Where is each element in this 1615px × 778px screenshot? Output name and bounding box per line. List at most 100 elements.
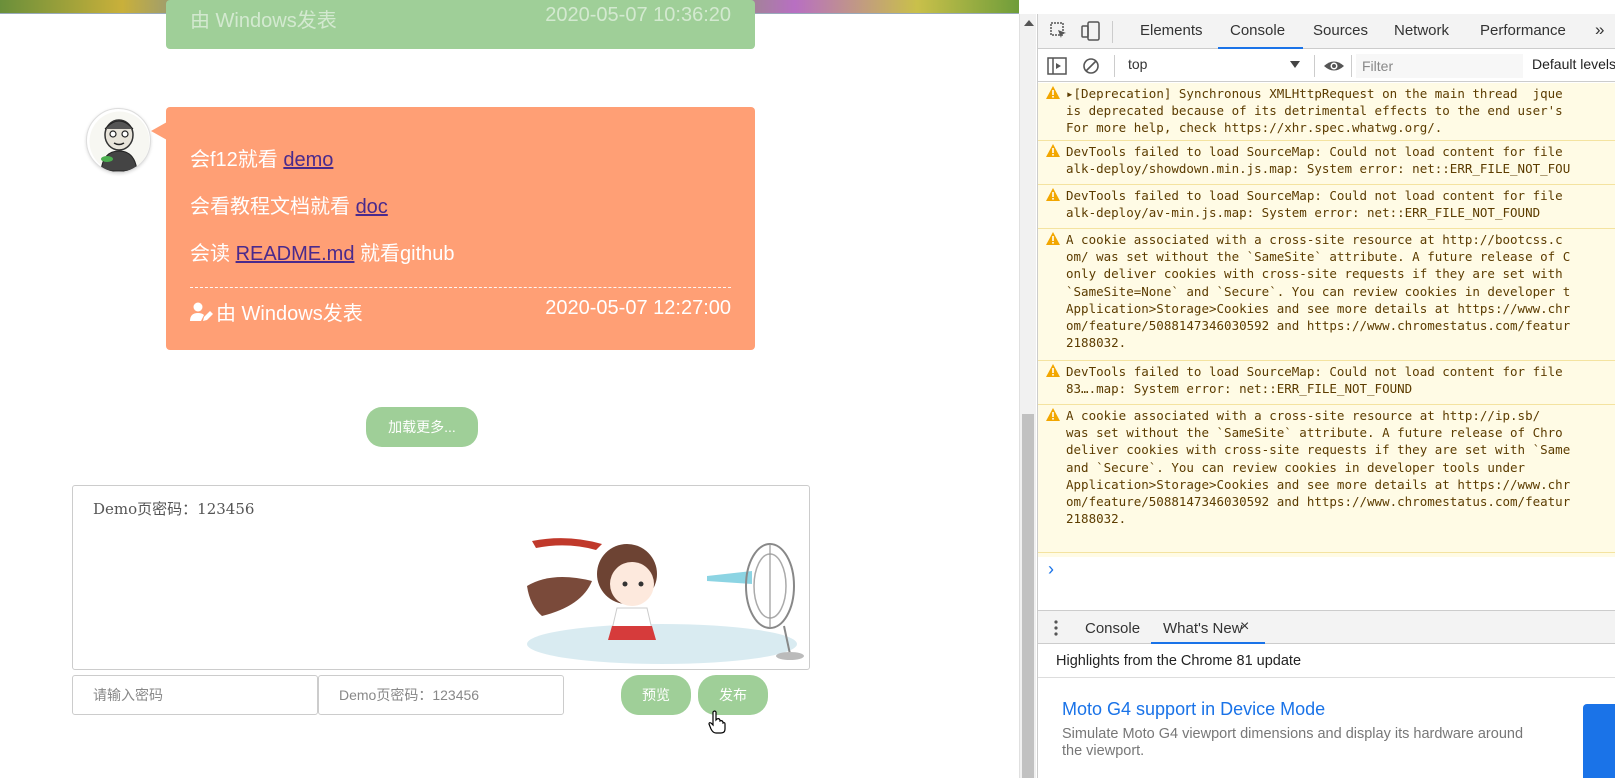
console-message-line: om/feature/5088147346030592 and https://… — [1066, 318, 1571, 334]
console-message-line: only deliver cookies with cross-site req… — [1066, 266, 1563, 282]
chevron-down-icon — [1290, 61, 1300, 68]
console-message-text: DevTools failed to load SourceMap: Could… — [1066, 143, 1570, 177]
post-author-text: 由 Windows发表 — [216, 303, 363, 325]
console-prompt[interactable]: › — [1038, 557, 1615, 610]
post-line-3: 会读 README.md 就看github — [190, 237, 455, 266]
tab-console[interactable]: Console — [1230, 22, 1285, 39]
user-edit-icon — [190, 302, 213, 321]
post-meta: 由 Windows发表 2020-05-07 12:27:00 — [190, 297, 731, 326]
warning-icon — [1046, 408, 1060, 421]
doc-link[interactable]: doc — [356, 196, 388, 218]
password-input[interactable]: 请输入密码 — [72, 675, 318, 715]
toolbar-separator — [1114, 55, 1115, 77]
hand-cursor-icon — [708, 710, 726, 734]
demo-link[interactable]: demo — [283, 149, 333, 171]
console-filter-input[interactable]: Filter — [1356, 54, 1523, 78]
drawer-tab-whats-new[interactable]: What's New — [1163, 620, 1243, 637]
console-message-line: DevTools failed to load SourceMap: Could… — [1066, 188, 1563, 203]
prompt-caret-icon: › — [1048, 559, 1054, 579]
comment-editor[interactable]: Demo页密码：123456 — [72, 485, 810, 670]
editor-text: Demo页密码：123456 — [93, 500, 255, 518]
console-message-line: A cookie associated with a cross-site re… — [1066, 232, 1563, 247]
context-select-value: top — [1128, 56, 1148, 72]
post-divider — [190, 287, 731, 288]
tabbar-separator — [1112, 21, 1113, 43]
context-select[interactable]: top — [1128, 56, 1304, 76]
warning-icon — [1046, 144, 1060, 157]
console-message-line: was set without the `SameSite` attribute… — [1066, 425, 1563, 441]
console-warning-message[interactable]: DevTools failed to load SourceMap: Could… — [1038, 361, 1615, 405]
console-message-line: is deprecated because of its detrimental… — [1066, 103, 1563, 119]
scroll-up-arrow-icon[interactable] — [1024, 20, 1034, 26]
console-message-text: DevTools failed to load SourceMap: Could… — [1066, 363, 1563, 397]
devtools-panel: Elements Console Sources Network Perform… — [1037, 14, 1615, 778]
page-scrollbar[interactable] — [1019, 14, 1036, 778]
drawer-tab-console[interactable]: Console — [1085, 620, 1140, 637]
whats-new-highlight: Highlights from the Chrome 81 update — [1038, 644, 1615, 678]
post-line-1-text: 会f12就看 — [190, 149, 284, 171]
warning-icon — [1046, 364, 1060, 377]
demo-password-input[interactable]: Demo页密码：123456 — [318, 675, 564, 715]
console-message-line: 2188032. — [1066, 511, 1127, 527]
scrollbar-thumb[interactable] — [1022, 414, 1034, 778]
warning-icon — [1046, 188, 1060, 201]
load-more-button[interactable]: 加载更多... — [366, 407, 478, 447]
console-warning-message[interactable]: DevTools failed to load SourceMap: Could… — [1038, 141, 1615, 185]
feature-title-link[interactable]: Moto G4 support in Device Mode — [1062, 699, 1325, 720]
drawer-tabbar: Console What's New × — [1038, 610, 1615, 644]
previous-post-card: 由 Windows发表 2020-05-07 10:36:20 — [166, 0, 755, 49]
tab-sources[interactable]: Sources — [1313, 22, 1368, 39]
whats-new-panel: Highlights from the Chrome 81 update Mot… — [1038, 644, 1615, 778]
console-message-line: 2188032. — [1066, 335, 1127, 351]
post-line-2: 会看教程文档就看 doc — [190, 190, 388, 219]
console-message-line: alk-deploy/av-min.js.map: System error: … — [1066, 205, 1541, 221]
previous-post-author: 由 Windows发表 — [190, 10, 337, 32]
warning-icon — [1046, 86, 1060, 99]
console-message-text: A cookie associated with a cross-site re… — [1066, 231, 1570, 351]
preview-button[interactable]: 预览 — [621, 675, 691, 715]
console-message-line: om/ was set without the `SameSite` attri… — [1066, 249, 1571, 265]
tab-performance[interactable]: Performance — [1480, 22, 1566, 39]
bubble-tip — [151, 122, 167, 140]
feature-description: Simulate Moto G4 viewport dimensions and… — [1062, 726, 1524, 759]
readme-link[interactable]: README.md — [236, 243, 355, 265]
console-message-line: om/feature/5088147346030592 and https://… — [1066, 494, 1571, 510]
post-author: 由 Windows发表 — [190, 297, 363, 326]
avatar[interactable] — [86, 108, 151, 173]
console-toolbar: top Filter Default levels — [1038, 50, 1615, 82]
live-expression-eye-icon[interactable] — [1323, 55, 1345, 77]
clear-console-icon[interactable] — [1080, 55, 1102, 77]
console-message-line: A cookie associated with a cross-site re… — [1066, 408, 1541, 423]
post-line-1: 会f12就看 demo — [190, 143, 333, 172]
close-icon[interactable]: × — [1240, 618, 1249, 636]
show-sidebar-icon[interactable] — [1046, 55, 1068, 77]
tab-elements[interactable]: Elements — [1140, 22, 1203, 39]
console-message-line: DevTools failed to load SourceMap: Could… — [1066, 364, 1563, 379]
previous-post-date: 2020-05-07 10:36:20 — [545, 4, 731, 26]
device-toolbar-icon[interactable] — [1080, 20, 1102, 42]
expand-triangle-icon[interactable]: ▸ — [1066, 86, 1074, 101]
console-message-line: and `Secure`. You can review cookies in … — [1066, 459, 1526, 475]
inspect-element-icon[interactable] — [1048, 20, 1070, 42]
devtools-tabbar: Elements Console Sources Network Perform… — [1038, 14, 1615, 49]
warning-icon — [1046, 232, 1060, 245]
more-tabs-icon[interactable]: » — [1595, 20, 1604, 40]
post-card: 会f12就看 demo 会看教程文档就看 doc 会读 README.md 就看… — [166, 107, 755, 350]
console-warning-message[interactable]: ▸[Deprecation] Synchronous XMLHttpReques… — [1038, 83, 1615, 141]
console-message-text: DevTools failed to load SourceMap: Could… — [1066, 187, 1563, 221]
console-message-line: DevTools failed to load SourceMap: Could… — [1066, 144, 1563, 159]
log-levels-dropdown[interactable]: Default levels — [1532, 56, 1615, 72]
post-line-3-prefix: 会读 — [190, 243, 236, 265]
console-message-line: Application>Storage>Cookies and see more… — [1066, 300, 1571, 316]
publish-button[interactable]: 发布 — [698, 675, 768, 715]
post-date: 2020-05-07 12:27:00 — [545, 297, 731, 319]
post-line-3-suffix: 就看github — [354, 243, 455, 265]
drawer-menu-icon[interactable] — [1054, 620, 1058, 636]
post-line-2-text: 会看教程文档就看 — [190, 196, 356, 218]
console-warning-message[interactable]: A cookie associated with a cross-site re… — [1038, 405, 1615, 553]
console-message-text: ▸[Deprecation] Synchronous XMLHttpReques… — [1066, 85, 1563, 137]
tab-network[interactable]: Network — [1394, 22, 1449, 39]
console-message-line: deliver cookies with cross-site requests… — [1066, 442, 1571, 458]
console-warning-message[interactable]: DevTools failed to load SourceMap: Could… — [1038, 185, 1615, 229]
console-warning-message[interactable]: A cookie associated with a cross-site re… — [1038, 229, 1615, 361]
